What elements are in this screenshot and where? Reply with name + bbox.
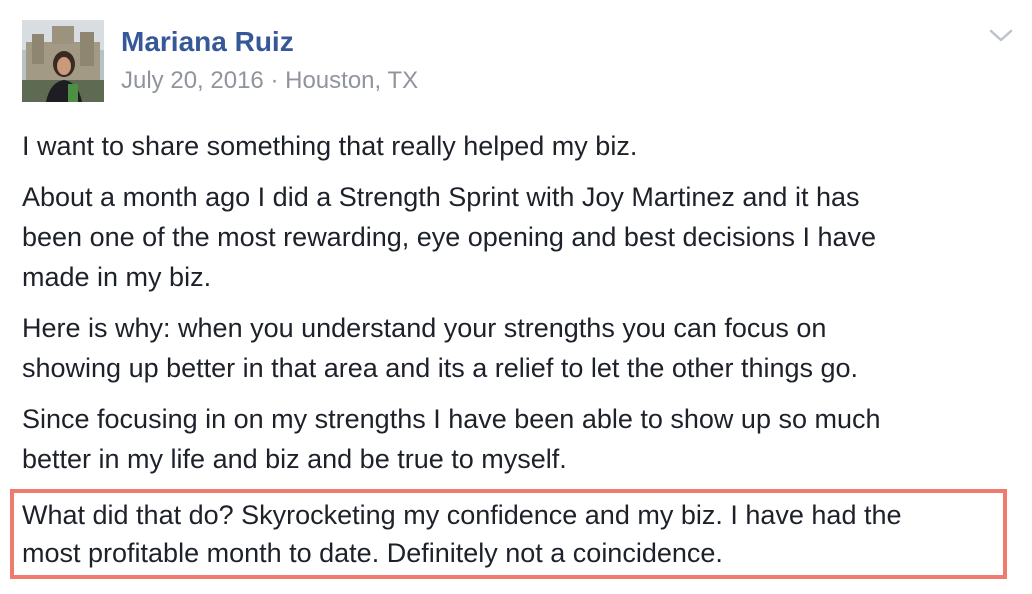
paragraph-line: About a month ago I did a Strength Sprin… [22, 182, 860, 212]
post-paragraph: I want to share something that really he… [22, 126, 1012, 166]
author-name[interactable]: Mariana Ruiz [121, 24, 294, 60]
avatar-photo [22, 20, 104, 102]
paragraph-line: made in my biz. [22, 262, 212, 292]
chevron-down-icon[interactable] [986, 24, 1016, 46]
paragraph-line: I want to share something that really he… [22, 131, 638, 161]
post-meta: July 20, 2016 · Houston, TX [121, 64, 418, 98]
post-paragraph: Since focusing in on my strengths I have… [22, 399, 1012, 479]
post-date[interactable]: July 20, 2016 [121, 67, 264, 94]
post-location[interactable]: Houston, TX [285, 67, 418, 94]
post-paragraph: Here is why: when you understand your st… [22, 308, 1012, 388]
paragraph-line: Since focusing in on my strengths I have… [22, 404, 881, 434]
paragraph-line: most profitable month to date. Definitel… [22, 538, 723, 568]
paragraph-line: showing up better in that area and its a… [22, 353, 859, 383]
highlighted-paragraph: What did that do? Skyrocketing my confid… [22, 496, 902, 572]
paragraph-line: Here is why: when you understand your st… [22, 313, 827, 343]
meta-separator: · [270, 67, 279, 94]
paragraph-line: better in my life and biz and be true to… [22, 444, 567, 474]
avatar[interactable] [22, 20, 104, 102]
paragraph-line: What did that do? Skyrocketing my confid… [22, 500, 902, 530]
post-paragraph: About a month ago I did a Strength Sprin… [22, 177, 1012, 297]
paragraph-line: been one of the most rewarding, eye open… [22, 222, 877, 252]
facebook-post: Mariana Ruiz July 20, 2016 · Houston, TX… [0, 0, 1032, 594]
post-body: I want to share something that really he… [22, 126, 1012, 490]
